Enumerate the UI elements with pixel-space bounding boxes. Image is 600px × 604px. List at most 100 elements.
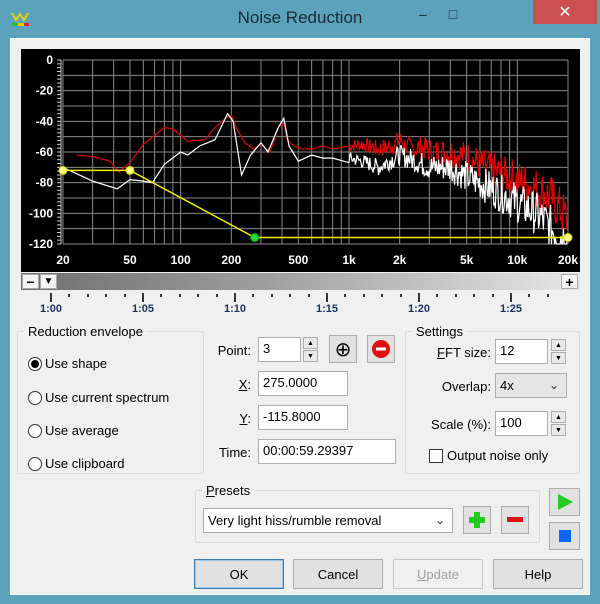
radio-button[interactable] [28, 391, 42, 405]
series-noise-profile [76, 115, 567, 230]
timeline-major-tick [234, 293, 236, 302]
spin-down-icon[interactable]: ▼ [551, 424, 566, 436]
timeline-minor-tick [216, 294, 218, 297]
timeline-ruler[interactable]: 1:001:051:101:151:201:25 [21, 291, 580, 319]
checkbox-label: Output noise only [447, 448, 548, 463]
point-spinner[interactable]: ▲▼ [303, 337, 318, 362]
y-field[interactable]: -115.8000 [258, 405, 348, 430]
y-tick-label: -60 [36, 145, 54, 159]
chevron-down-icon: ⌄ [549, 378, 559, 392]
help-button[interactable]: Help [493, 559, 583, 589]
presets-legend: Presets [202, 483, 254, 498]
timeline-minor-tick [252, 294, 254, 297]
timeline-minor-tick [197, 294, 199, 297]
scale-field[interactable]: 100 [495, 411, 548, 436]
add-point-button[interactable]: ⊕ [329, 335, 357, 363]
envelope-point [564, 234, 572, 242]
chevron-down-icon: ⌄ [435, 513, 445, 527]
radio-use-clipboard[interactable]: Use clipboard [28, 456, 125, 471]
timeline-minor-tick [363, 294, 365, 297]
presets-value: Very light hiss/rumble removal [208, 513, 381, 528]
timeline-minor-tick [436, 294, 438, 297]
x-label: X: [207, 377, 251, 392]
dialog-body: 0-20-40-60-80-100-120 20501002005001k2k5… [10, 38, 590, 595]
x-field[interactable]: 275.0000 [258, 371, 348, 396]
x-tick-label: 2k [393, 253, 407, 267]
timeline-minor-tick [105, 294, 107, 297]
spin-up-icon[interactable]: ▲ [551, 411, 566, 423]
scale-spinner[interactable]: ▲▼ [551, 411, 566, 436]
minimize-button[interactable]: – [410, 0, 436, 28]
output-noise-only-checkbox[interactable]: Output noise only [429, 448, 548, 463]
y-tick-label: -120 [29, 237, 53, 251]
timeline-label: 1:20 [408, 303, 430, 315]
x-tick-label: 5k [460, 253, 474, 267]
add-preset-button[interactable] [463, 506, 491, 534]
zoom-dropdown-button[interactable]: ▼ [40, 274, 57, 289]
radio-button[interactable] [28, 357, 42, 371]
title-bar: Noise Reduction – □ ✕ [0, 0, 600, 38]
timeline-minor-tick [547, 294, 549, 297]
grid [63, 60, 568, 244]
timeline-label: 1:05 [132, 303, 154, 315]
y-tick-label: -20 [36, 84, 54, 98]
play-icon [555, 492, 575, 512]
radio-button[interactable] [28, 457, 42, 471]
timeline-minor-tick [528, 294, 530, 297]
timeline-minor-tick [271, 294, 273, 297]
x-tick-label: 500 [288, 253, 308, 267]
settings-legend: Settings [412, 324, 467, 339]
radio-label: Use current spectrum [45, 390, 169, 405]
close-button[interactable]: ✕ [533, 0, 597, 24]
overlap-select[interactable]: 4x ⌄ [495, 373, 567, 398]
radio-use-shape[interactable]: Use shape [28, 356, 107, 371]
point-field[interactable]: 3 [258, 337, 301, 362]
timeline-major-tick [418, 293, 420, 302]
remove-preset-button[interactable] [501, 506, 529, 534]
checkbox[interactable] [429, 449, 443, 463]
radio-button[interactable] [28, 424, 42, 438]
timeline-minor-tick [68, 294, 70, 297]
spectrum-chart[interactable]: 0-20-40-60-80-100-120 20501002005001k2k5… [21, 49, 580, 272]
ok-button[interactable]: OK [194, 559, 284, 589]
time-field[interactable]: 00:00:59.29397 [258, 439, 396, 464]
radio-use-current-spectrum[interactable]: Use current spectrum [28, 390, 169, 405]
remove-point-button[interactable] [367, 335, 395, 363]
scale-label: Scale (%): [407, 417, 491, 432]
zoom-out-button[interactable]: − [22, 274, 39, 289]
cancel-button[interactable]: Cancel [293, 559, 383, 589]
y-tick-label: -100 [29, 206, 53, 220]
play-button[interactable] [549, 488, 580, 516]
remove-icon [371, 339, 391, 359]
y-axis: 0-20-40-60-80-100-120 [29, 53, 61, 251]
fft-size-field[interactable]: 12 [495, 339, 548, 364]
y-label: Y: [207, 411, 251, 426]
reduction-envelope-group: Reduction envelope Use shape Use current… [17, 324, 204, 474]
spectrum-graph[interactable]: 0-20-40-60-80-100-120 20501002005001k2k5… [21, 49, 580, 272]
spin-down-icon[interactable]: ▼ [551, 352, 566, 364]
maximize-button[interactable]: □ [438, 0, 468, 28]
timeline-major-tick [510, 293, 512, 302]
spin-down-icon[interactable]: ▼ [303, 350, 318, 362]
y-tick-label: -80 [36, 176, 54, 190]
radio-selected-dot [31, 360, 39, 368]
timeline-label: 1:10 [224, 303, 246, 315]
time-label: Time: [207, 445, 251, 460]
stop-button[interactable] [549, 522, 580, 550]
x-tick-label: 100 [171, 253, 191, 267]
radio-use-average[interactable]: Use average [28, 423, 119, 438]
x-tick-label: 20k [558, 253, 578, 267]
x-tick-label: 1k [342, 253, 356, 267]
timeline-minor-tick [381, 294, 383, 297]
zoom-in-button[interactable]: + [561, 274, 578, 289]
timeline-label: 1:15 [316, 303, 338, 315]
fft-size-spinner[interactable]: ▲▼ [551, 339, 566, 364]
spin-up-icon[interactable]: ▲ [303, 337, 318, 349]
minus-icon [506, 511, 524, 529]
presets-select[interactable]: Very light hiss/rumble removal ⌄ [203, 508, 453, 533]
x-tick-label: 20 [56, 253, 70, 267]
envelope-point-selected [251, 234, 259, 242]
zoom-scrollbar[interactable]: − ▼ + [21, 273, 580, 290]
spin-up-icon[interactable]: ▲ [551, 339, 566, 351]
timeline-minor-tick [179, 294, 181, 297]
